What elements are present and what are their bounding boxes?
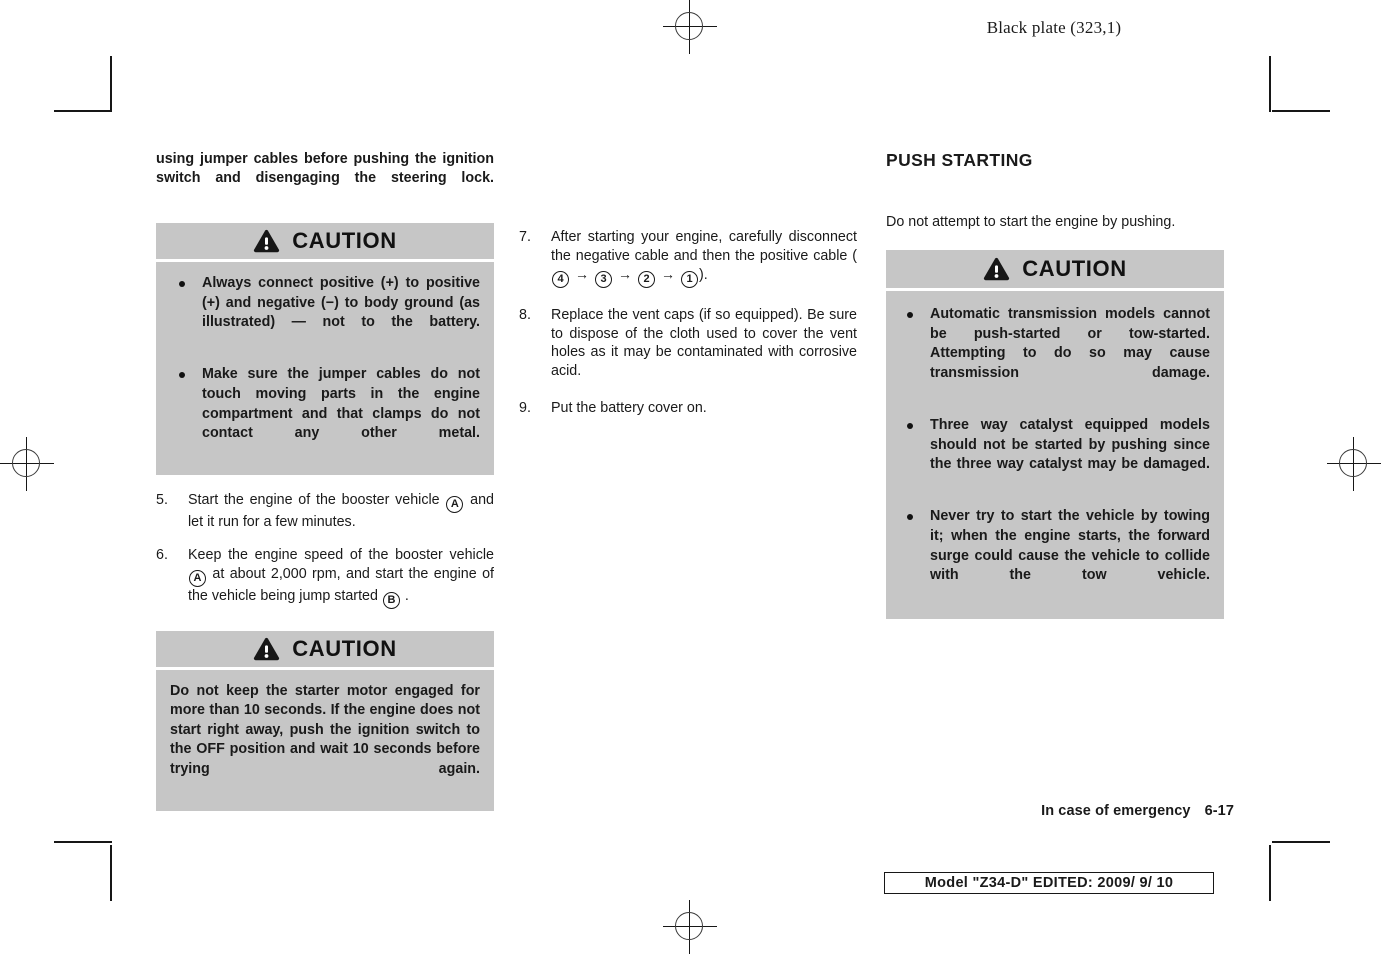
step-6-text-a: Keep the engine speed of the booster veh…: [188, 546, 494, 563]
bullet-dot-icon: [179, 281, 185, 287]
continuation-paragraph: using jumper cables before pushing the i…: [156, 151, 494, 186]
badge-3: 3: [595, 271, 612, 289]
caution-3-bullet-0-text: Automatic transmission models cannot be …: [930, 306, 1210, 381]
badge-2: 2: [638, 271, 655, 289]
bullet-dot-icon: [907, 312, 913, 318]
registration-mark-bottom: [663, 900, 717, 954]
black-plate-header: Black plate (323,1): [986, 18, 1122, 37]
warning-triangle-icon: [254, 637, 280, 660]
badge-1: 1: [681, 271, 698, 289]
step-8-number: 8.: [519, 307, 531, 324]
caution-box-2: CAUTION Do not keep the starter motor en…: [156, 630, 494, 812]
caution-3-body: Automatic transmission models cannot be …: [886, 291, 1224, 620]
caution-1-bullet-list: Always connect positive (+) to positive …: [170, 274, 480, 463]
crop-mark-bottom-left-vertical: [110, 845, 112, 901]
registration-mark-top: [663, 0, 717, 54]
page-footer: In case of emergency 6-17: [760, 803, 1234, 819]
step-9: 9. Put the battery cover on.: [519, 399, 857, 418]
middle-step-list: 7. After starting your engine, carefully …: [519, 228, 857, 417]
step-6: 6. Keep the engine speed of the booster v…: [156, 546, 494, 609]
caution-2-paragraph: Do not keep the starter motor engaged fo…: [170, 682, 480, 777]
caution-box-1: CAUTION Always connect positive (+) to p…: [156, 223, 494, 476]
step-7-number: 7.: [519, 229, 531, 245]
step-8: 8. Replace the vent caps (if so equipped)…: [519, 306, 857, 380]
crop-mark-bottom-left-horizontal: [54, 841, 112, 843]
caution-2-title: CAUTION: [292, 635, 397, 661]
caution-1-bullet-1-text: Make sure the jumper cables do not touch…: [202, 366, 480, 442]
caution-1-bullet-0-text: Always connect positive (+) to positive …: [202, 275, 480, 331]
step-6-text-b: at about 2,000 rpm, and start the engine…: [188, 565, 494, 604]
badge-a: A: [189, 569, 206, 587]
model-edit-stamp: Model "Z34-D" EDITED: 2009/ 9/ 10: [884, 872, 1214, 894]
badge-a: A: [446, 496, 464, 514]
caution-1-title: CAUTION: [292, 228, 397, 253]
registration-mark-left: [0, 437, 54, 491]
caution-2-header: CAUTION: [156, 630, 494, 667]
footer-page-number: 6-17: [1204, 803, 1234, 819]
step-9-text: Put the battery cover on.: [551, 399, 707, 416]
badge-4: 4: [552, 271, 569, 289]
caution-1-bullet-0: Always connect positive (+) to positive …: [170, 274, 480, 352]
step-9-number: 9.: [519, 399, 531, 416]
step-7: 7. After starting your engine, carefully …: [519, 228, 857, 289]
crop-mark-top-left-horizontal: [54, 110, 112, 112]
step-7-tail-text: ).: [699, 267, 708, 284]
step-5-text-a: Start the engine of the booster vehicle: [188, 492, 446, 509]
caution-1-body: Always connect positive (+) to positive …: [156, 262, 494, 476]
section-title-push-starting: PUSH STARTING: [886, 150, 1033, 170]
caution-box-3: CAUTION Automatic transmission models ca…: [886, 250, 1224, 620]
caution-3-header: CAUTION: [886, 250, 1224, 288]
footer-chapter-title: In case of emergency: [1041, 803, 1191, 819]
caution-3-bullet-1: Three way catalyst equipped models shoul…: [898, 416, 1210, 494]
left-step-list: 5. Start the engine of the booster vehicl…: [156, 491, 494, 609]
caution-2-body: Do not keep the starter motor engaged fo…: [156, 669, 494, 812]
step-5-number: 5.: [156, 492, 168, 509]
caution-3-bullet-2: Never try to start the vehicle by towing…: [898, 507, 1210, 605]
caution-3-title: CAUTION: [1022, 256, 1127, 281]
bullet-dot-icon: [907, 514, 913, 521]
caution-3-bullet-2-text: Never try to start the vehicle by towing…: [930, 508, 1210, 584]
crop-mark-top-left-vertical: [110, 56, 112, 112]
crop-mark-bottom-right-vertical: [1269, 845, 1271, 901]
column-middle: 7. After starting your engine, carefully …: [519, 228, 857, 417]
bullet-dot-icon: [179, 372, 185, 379]
arrow-icon: →: [575, 266, 589, 283]
step-7-lead-text: After starting your engine, carefully di…: [551, 229, 857, 264]
push-starting-intro: Do not attempt to start the engine by pu…: [886, 214, 1176, 230]
step-5: 5. Start the engine of the booster vehicl…: [156, 491, 494, 532]
warning-triangle-icon: [984, 257, 1010, 281]
caution-3-bullet-1-text: Three way catalyst equipped models shoul…: [930, 416, 1210, 473]
crop-mark-top-right-horizontal: [1272, 110, 1330, 112]
arrow-icon: →: [618, 266, 632, 283]
caution-1-bullet-1: Make sure the jumper cables do not touch…: [170, 365, 480, 463]
step-8-text: Replace the vent caps (if so equipped). …: [551, 307, 857, 379]
column-right: PUSH STARTING Do not attempt to start th…: [886, 150, 1224, 635]
arrow-icon: →: [661, 266, 675, 283]
caution-3-bullet-list: Automatic transmission models cannot be …: [898, 305, 1210, 605]
column-left: using jumper cables before pushing the i…: [156, 150, 494, 827]
registration-mark-right: [1327, 437, 1381, 491]
warning-triangle-icon: [254, 229, 280, 253]
badge-b: B: [382, 591, 400, 609]
caution-1-header: CAUTION: [156, 223, 494, 259]
step-6-text-c: .: [400, 587, 409, 604]
bullet-dot-icon: [907, 422, 913, 429]
crop-mark-bottom-right-horizontal: [1272, 841, 1330, 843]
caution-3-bullet-0: Automatic transmission models cannot be …: [898, 305, 1210, 403]
crop-mark-top-right-vertical: [1269, 56, 1271, 112]
step-6-number: 6.: [156, 546, 168, 563]
